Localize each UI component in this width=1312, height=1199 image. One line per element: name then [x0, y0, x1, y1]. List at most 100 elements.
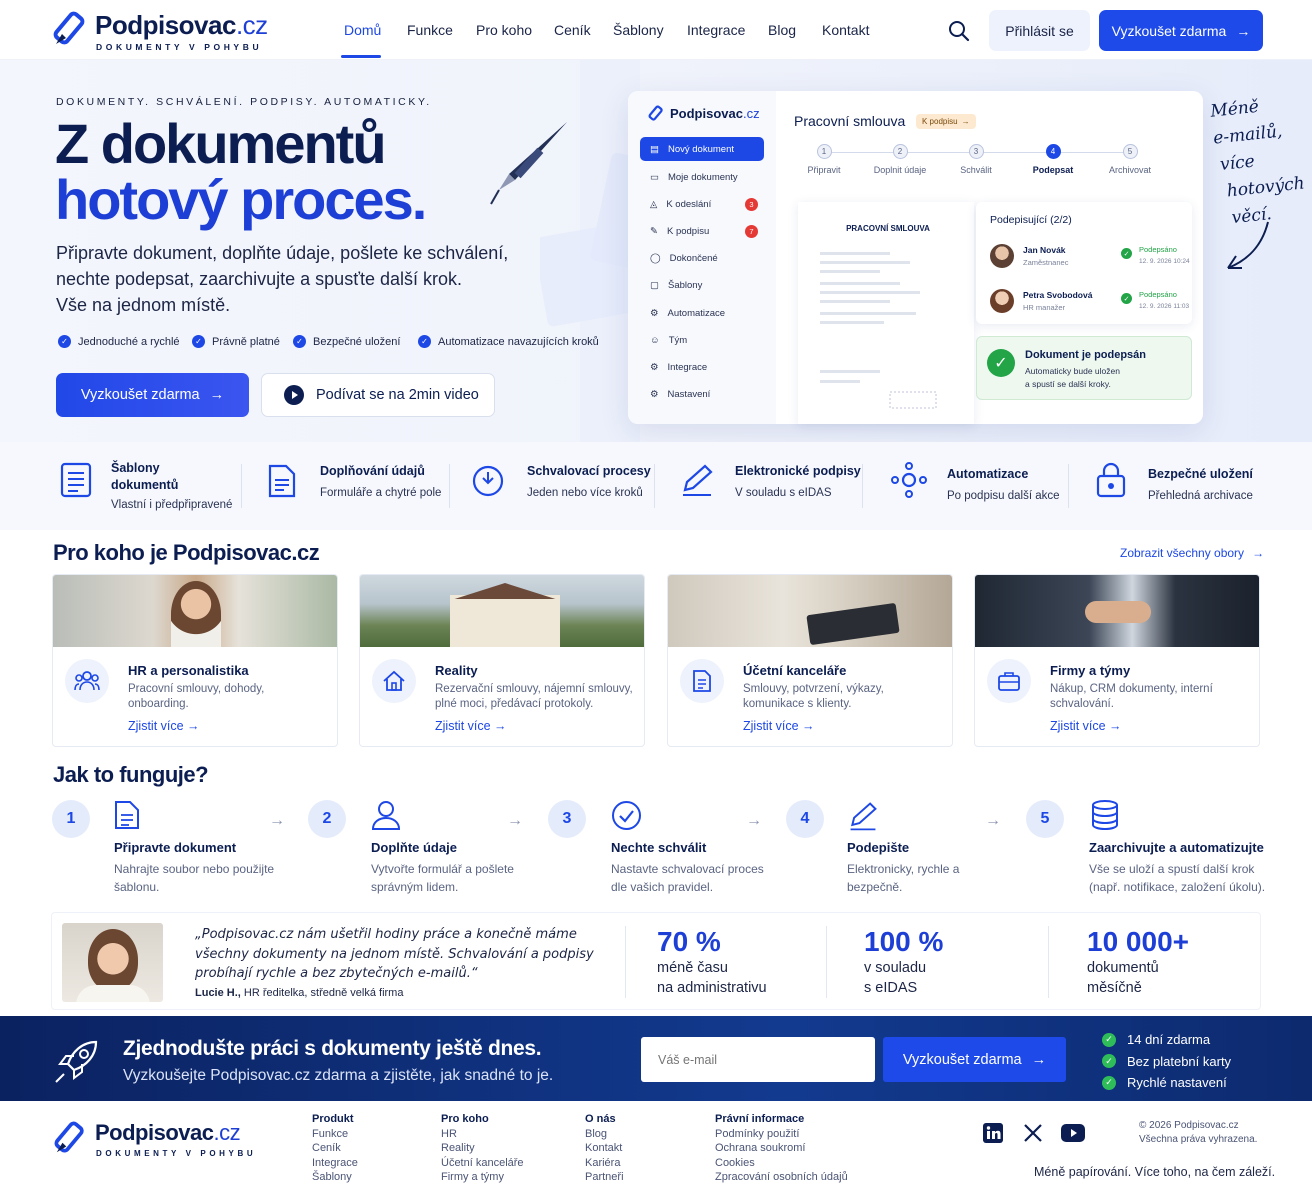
cta-banner: Zjednodušte práci s dokumenty ještě dnes… — [0, 1016, 1312, 1101]
linkedin-icon[interactable] — [983, 1123, 1003, 1143]
footer-link[interactable]: HR — [441, 1127, 524, 1142]
signed-text-line: a spustí se další kroky. — [1025, 379, 1111, 389]
card-title: Účetní kanceláře — [743, 663, 847, 678]
cta-benefit: ✓ Rychlé nastavení — [1102, 1072, 1231, 1094]
audience-card-hr[interactable]: HR a personalistika Pracovní smlouvy, do… — [52, 574, 338, 747]
sidebar-item-to-sign[interactable]: ✎ K podpisu 7 — [640, 219, 764, 243]
footer-link[interactable]: Reality — [441, 1141, 524, 1156]
footer-link[interactable]: Zpracování osobních údajů — [715, 1170, 848, 1185]
avatar — [990, 289, 1014, 313]
cta-trial-button[interactable]: Vyzkoušet zdarma → — [883, 1037, 1066, 1082]
all-industries-link[interactable]: Zobrazit všechny obory → — [1120, 546, 1264, 560]
search-icon[interactable] — [948, 20, 970, 42]
footer-link[interactable]: Ochrana soukromí — [715, 1141, 848, 1156]
learn-more-link[interactable]: Zjistit více → — [1050, 719, 1122, 733]
cta-title: Zjednodušte práci s dokumenty ještě dnes… — [123, 1037, 542, 1060]
sidebar-item-automation[interactable]: ⚙ Automatizace — [640, 301, 764, 325]
feature-title: Automatizace — [947, 467, 1029, 481]
cta-benefit: ✓ 14 dní zdarma — [1102, 1029, 1231, 1051]
nav-features[interactable]: Funkce — [407, 22, 453, 38]
footer-link[interactable]: Integrace — [312, 1156, 358, 1171]
quote-line: „Podpisovac.cz nám ušetřil hodiny práce … — [195, 927, 577, 942]
status-badge-label: K podpisu — [922, 117, 958, 126]
nav-home[interactable]: Domů — [344, 22, 381, 38]
stat-label: na administrativu — [657, 980, 767, 996]
cta-trial-label: Vyzkoušet zdarma — [902, 1051, 1022, 1068]
hero-lead-line: Připravte dokument, doplňte údaje, pošle… — [56, 243, 509, 263]
logo-name: Podpisovac — [95, 10, 236, 40]
footer-link[interactable]: Cookies — [715, 1156, 848, 1171]
sidebar-item-templates[interactable]: ▢ Šablony — [640, 273, 764, 297]
sidebar-item-completed[interactable]: ◯ Dokončené — [640, 246, 764, 270]
testimonial-author: Lucie H., HR ředitelka, středně velká fi… — [195, 987, 403, 999]
sidebar-item-settings[interactable]: ⚙ Nastavení — [640, 382, 764, 406]
footer-link[interactable]: Partneři — [585, 1170, 624, 1185]
arrow-right-icon: → — [1109, 719, 1122, 733]
divider — [862, 464, 863, 508]
footer-link[interactable]: Firmy a týmy — [441, 1170, 524, 1185]
nav-blog[interactable]: Blog — [768, 22, 796, 38]
card-image — [53, 575, 337, 647]
feature-approval: Schvalovací procesy Jeden nebo více krok… — [471, 442, 651, 530]
footer-link[interactable]: Šablony — [312, 1170, 358, 1185]
signature-icon — [850, 802, 877, 831]
login-button[interactable]: Přihlásit se — [989, 10, 1090, 51]
footer-col-title: O nás — [585, 1113, 616, 1125]
learn-more-label: Zjistit více — [435, 719, 491, 733]
template-icon: ▢ — [650, 279, 659, 291]
hero-trial-button[interactable]: Vyzkoušet zdarma → — [56, 373, 249, 417]
watch-video-button[interactable]: Podívat se na 2min video — [261, 373, 495, 417]
audience-card-reality[interactable]: Reality Rezervační smlouvy, nájemní smlo… — [359, 574, 645, 747]
footer-link[interactable]: Kontakt — [585, 1141, 624, 1156]
learn-more-label: Zjistit více — [128, 719, 184, 733]
integration-icon: ⚙ — [650, 361, 659, 373]
footer-link[interactable]: Blog — [585, 1127, 624, 1142]
learn-more-link[interactable]: Zjistit více → — [743, 719, 815, 733]
sidebar-item-team[interactable]: ☺ Tým — [640, 328, 764, 352]
footer-link[interactable]: Ceník — [312, 1141, 358, 1156]
sidebar-item-to-send[interactable]: ◬ K odeslání 3 — [640, 192, 764, 216]
file-plus-icon: ▤ — [650, 143, 659, 155]
footer-col-product: Produkt Funkce Ceník Integrace Šablony — [312, 1112, 358, 1185]
how-step-title: Zaarchivujte a automatizujte — [1089, 840, 1264, 855]
footer-link[interactable]: Kariéra — [585, 1156, 624, 1171]
youtube-icon[interactable] — [1061, 1124, 1085, 1142]
form-icon — [268, 464, 296, 498]
count-badge: 3 — [745, 197, 758, 211]
email-input[interactable] — [641, 1037, 875, 1082]
nav-for-whom[interactable]: Pro koho — [476, 22, 532, 38]
nav-contact[interactable]: Kontakt — [822, 22, 869, 38]
footer-col-about: O nás Blog Kontakt Kariéra Partneři — [585, 1112, 624, 1185]
site-header: Podpisovac.cz DOKUMENTY V POHYBU Domů Fu… — [0, 0, 1312, 60]
stat-label: dokumentů — [1087, 960, 1159, 976]
divider — [1068, 464, 1069, 508]
sidebar-item-my-documents[interactable]: ▭ Moje dokumenty — [640, 165, 764, 189]
check-icon: ✓ — [58, 335, 71, 348]
sidebar-item-new-document[interactable]: ▤ Nový dokument — [640, 137, 764, 161]
trial-button[interactable]: Vyzkoušet zdarma → — [1099, 10, 1263, 51]
nav-templates[interactable]: Šablony — [613, 22, 664, 38]
feature-title: Elektronické podpisy — [735, 464, 861, 478]
learn-more-link[interactable]: Zjistit více → — [128, 719, 200, 733]
footer-link[interactable]: Funkce — [312, 1127, 358, 1142]
learn-more-link[interactable]: Zjistit více → — [435, 719, 507, 733]
signer-name: Jan Novák — [1023, 245, 1066, 255]
nav-integrations[interactable]: Integrace — [687, 22, 745, 38]
database-icon — [1092, 800, 1118, 830]
x-icon[interactable] — [1023, 1123, 1043, 1143]
nav-pricing[interactable]: Ceník — [554, 22, 591, 38]
arrow-right-icon: → — [494, 719, 507, 733]
trial-button-label: Vyzkoušet zdarma — [1111, 22, 1227, 39]
audience-card-companies[interactable]: Firmy a týmy Nákup, CRM dokumenty, inter… — [974, 574, 1260, 747]
signer-row: Petra Svobodová HR manažer ✓ Podepsáno 1… — [990, 287, 1189, 319]
sidebar-item-integrations[interactable]: ⚙ Integrace — [640, 355, 764, 379]
app-sidebar: Podpisovac.cz ▤ Nový dokument ▭ Moje dokum… — [628, 91, 776, 424]
divider — [241, 464, 242, 508]
footer-link[interactable]: Podmínky použití — [715, 1127, 848, 1142]
footer-link[interactable]: Účetní kanceláře — [441, 1156, 524, 1171]
audience-card-accounting[interactable]: Účetní kanceláře Smlouvy, potvrzení, výk… — [667, 574, 953, 747]
feature-sub: Přehledná archivace — [1148, 490, 1253, 502]
check-icon: ✓ — [1102, 1032, 1116, 1047]
signers-title: Podepisující (2/2) — [990, 214, 1072, 226]
pen-logo-icon — [53, 11, 85, 45]
